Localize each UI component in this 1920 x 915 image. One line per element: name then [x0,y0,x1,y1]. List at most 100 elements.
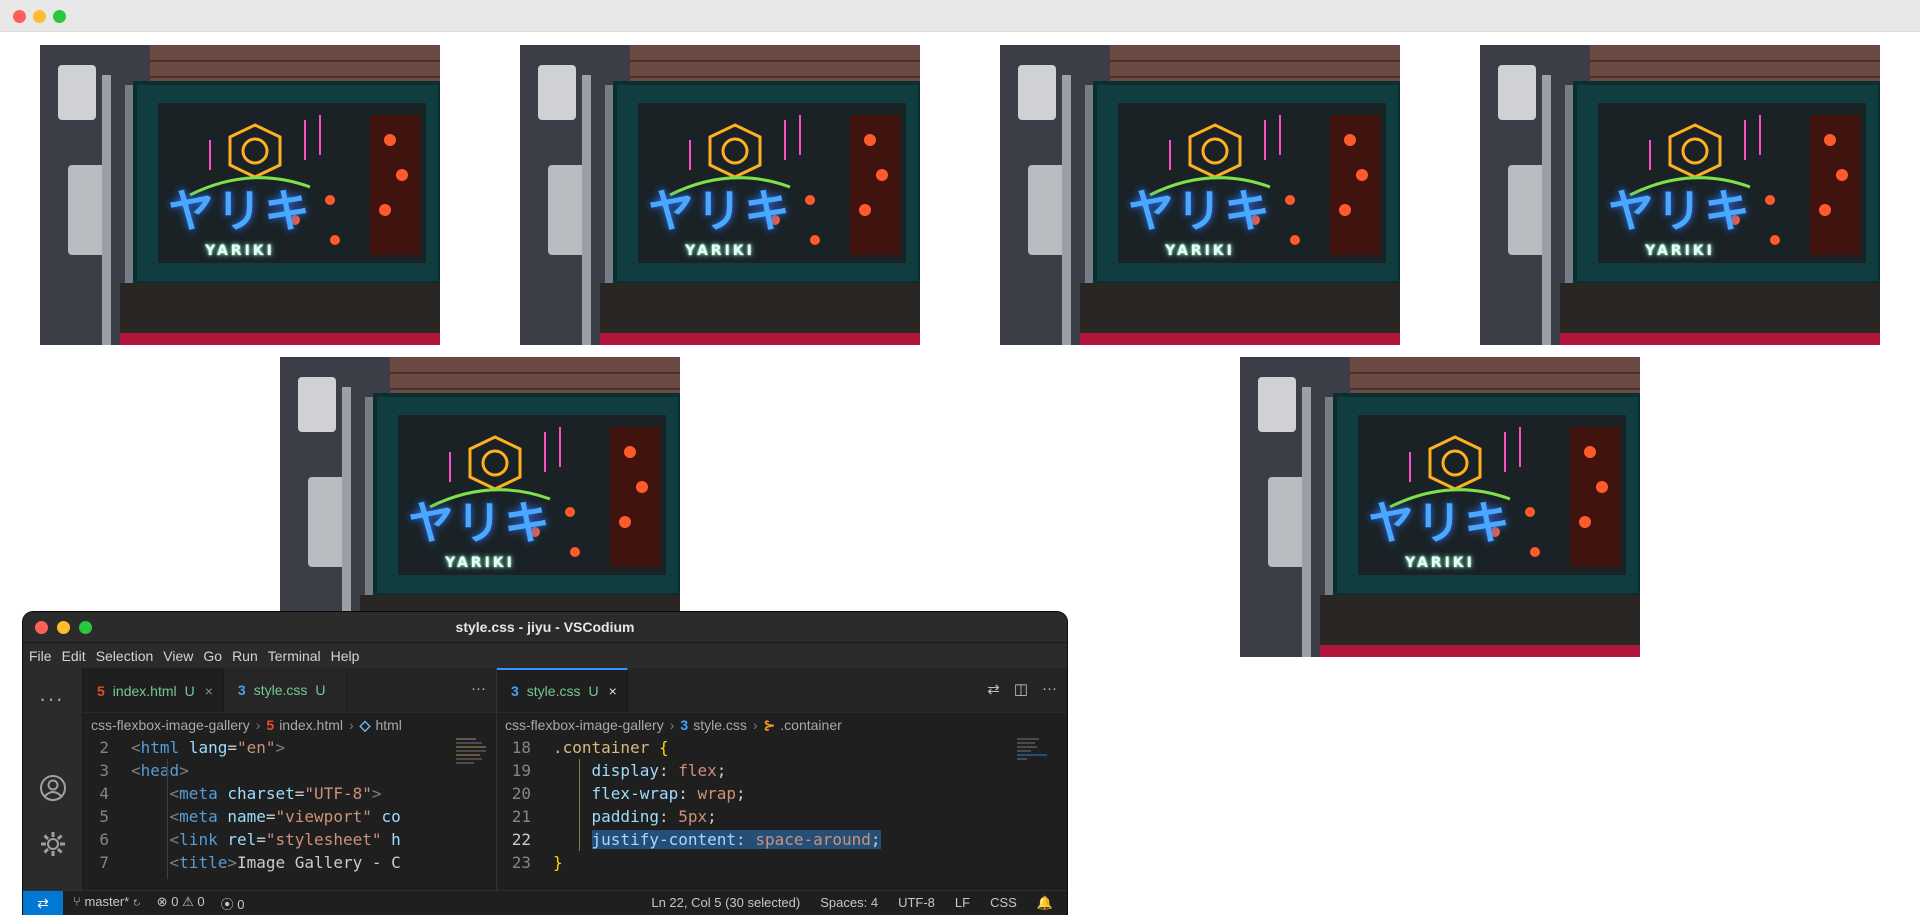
tab-index-html[interactable]: 5 index.html U × [83,668,224,712]
minimap[interactable] [1017,736,1053,796]
class-symbol-icon: ⊱ [763,716,776,733]
breadcrumb-symbol[interactable]: .container [780,717,841,733]
broadcast-icon: ⦿ [220,896,234,912]
encoding[interactable]: UTF-8 [898,895,935,911]
code-editor[interactable]: 2 <html lang="en"> 3 <head> 4 <meta char… [83,736,496,891]
bell-icon[interactable]: 🔔 [1037,895,1053,911]
css-file-icon: 3 [680,717,689,733]
code-line: 18 .container { [497,736,1067,759]
menu-file[interactable]: File [29,648,58,664]
line-number: 6 [99,830,109,849]
code-line-selected: 22 justify-content: space-around; [497,828,1067,851]
code-line: 3 <head> [83,759,496,782]
menu-help[interactable]: Help [331,648,366,664]
chevron-right-icon: › [349,717,354,733]
minimap[interactable] [456,736,496,796]
warning-icon: ⚠ [182,893,194,909]
git-branch-icon: ⑂ [73,893,81,909]
code-line: 7 <title>Image Gallery - C [83,851,496,874]
neon-kana-text: ヤリキ [168,184,312,238]
branch-indicator[interactable]: ⑂ master* ↻ [73,894,141,913]
status-left: ⑂ master* ↻ ⊗ 0 ⚠ 0 ⦿ 0 [63,894,244,913]
code-editor[interactable]: 18 .container { 19 display: flex; 20 fle… [497,736,1067,891]
minimize-window-button[interactable] [33,10,46,23]
menu-bar: File Edit Selection View Go Run Terminal… [23,643,1067,669]
neon-kana-text: ヤリキ [1128,184,1272,238]
untracked-badge: U [315,682,326,698]
menu-selection[interactable]: Selection [96,648,160,664]
menu-view[interactable]: View [163,648,199,664]
gallery-photo: ヤリキ YARIKI [1240,357,1640,657]
untracked-badge: U [184,683,195,699]
line-number: 7 [99,853,109,872]
line-number: 20 [511,784,531,803]
vscodium-window: style.css - jiyu - VSCodium File Edit Se… [23,612,1067,915]
cursor-position[interactable]: Ln 22, Col 5 (30 selected) [651,895,800,911]
problems-indicator[interactable]: ⊗ 0 ⚠ 0 [157,894,205,913]
html-file-icon: 5 [97,683,105,699]
tab-bar: 5 index.html U × 3 style.css U ··· [83,668,496,713]
account-icon[interactable] [39,774,67,802]
breadcrumb-folder[interactable]: css-flexbox-image-gallery [91,717,250,733]
untracked-badge: U [588,683,599,699]
breadcrumb-file[interactable]: style.css [693,717,747,733]
neon-caption-text: YARIKI [1405,555,1475,571]
css-file-icon: 3 [511,683,519,699]
more-actions-icon[interactable]: ··· [471,680,486,697]
split-editor-icon[interactable]: ◫ [1014,680,1028,698]
code-line: 6 <link rel="stylesheet" h [83,828,496,851]
ports-indicator[interactable]: ⦿ 0 [221,894,245,913]
compare-changes-icon[interactable]: ⇄ [987,680,1000,698]
breadcrumb: css-flexbox-image-gallery › 5 index.html… [83,713,496,737]
editor-group-left: 5 index.html U × 3 style.css U ··· css-f… [83,668,497,891]
neon-kana-text: ヤリキ [1608,184,1752,238]
workbench: ··· 5 index.html U × 3 style.css U ··· c… [23,668,1067,891]
editor-actions: ··· [471,680,486,697]
tab-style-css[interactable]: 3 style.css U [223,668,347,712]
line-number: 4 [99,784,109,803]
browser-toolbar [0,0,1920,32]
code-line: 19 display: flex; [497,759,1067,782]
line-number: 22 [511,830,531,849]
neon-caption-text: YARIKI [445,555,515,571]
gallery-photo: ヤリキ YARIKI [1000,45,1400,345]
breadcrumb-file[interactable]: index.html [279,717,343,733]
language-mode[interactable]: CSS [990,895,1017,911]
menu-terminal[interactable]: Terminal [268,648,327,664]
gear-icon[interactable] [39,830,67,858]
neon-caption-text: YARIKI [205,243,275,259]
remote-icon[interactable]: ⇄ [23,891,63,915]
menu-go[interactable]: Go [203,648,228,664]
breadcrumb-folder[interactable]: css-flexbox-image-gallery [505,717,664,733]
menu-run[interactable]: Run [232,648,264,664]
close-tab-icon[interactable]: × [205,683,213,699]
breadcrumb-symbol[interactable]: html [375,717,401,733]
html-file-icon: 5 [266,717,275,733]
breadcrumb: css-flexbox-image-gallery › 3 style.css … [497,713,1067,737]
neon-caption-text: YARIKI [685,243,755,259]
end-of-line[interactable]: LF [955,895,970,911]
close-window-button[interactable] [13,10,26,23]
neon-caption-text: YARIKI [1165,243,1235,259]
chevron-right-icon: › [669,717,675,733]
editor-actions: ⇄ ◫ ··· [987,680,1057,698]
gallery-photo: ヤリキ YARIKI [40,45,440,345]
maximize-window-button[interactable] [53,10,66,23]
more-actions-icon[interactable]: ··· [1042,680,1057,698]
text-selection: justify-content: space-around; [591,830,881,849]
tab-style-css[interactable]: 3 style.css U × [497,668,628,712]
code-line: 5 <meta name="viewport" co [83,805,496,828]
code-line: 20 flex-wrap: wrap; [497,782,1067,805]
indentation[interactable]: Spaces: 4 [820,895,878,911]
symbol-icon: ◇ [359,716,371,733]
status-right: Ln 22, Col 5 (30 selected) Spaces: 4 UTF… [651,895,1067,911]
window-titlebar: style.css - jiyu - VSCodium [23,612,1067,643]
gallery-photo: ヤリキ YARIKI [1480,45,1880,345]
close-tab-icon[interactable]: × [609,683,617,699]
line-number: 18 [511,738,531,757]
line-number: 2 [99,738,109,757]
more-views-icon[interactable]: ··· [39,686,64,712]
line-number: 23 [511,853,531,872]
sync-icon: ↻ [132,893,141,909]
menu-edit[interactable]: Edit [62,648,92,664]
